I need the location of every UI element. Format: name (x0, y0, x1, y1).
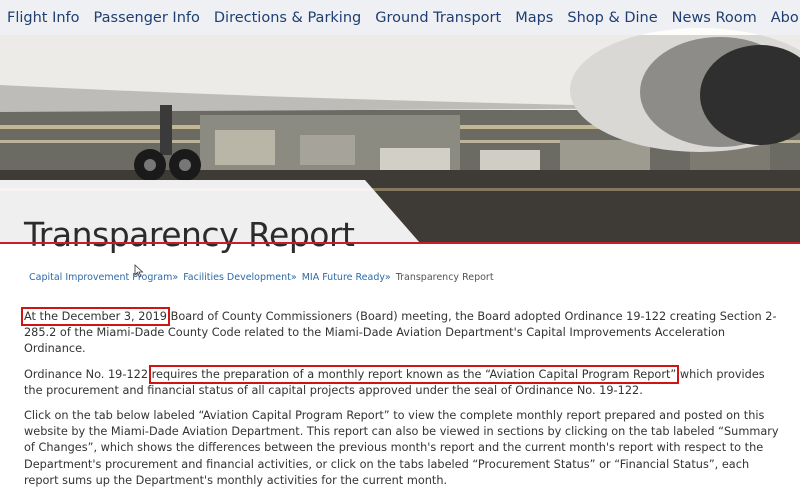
accent-divider (0, 242, 800, 244)
paragraph-report-instructions: Click on the tab below labeled “Aviation… (24, 409, 779, 487)
breadcrumb-separator: » (290, 272, 297, 283)
main-content: At the December 3, 2019 Board of County … (21, 307, 786, 498)
breadcrumb-separator: » (384, 272, 391, 283)
breadcrumb: Capital Improvement Program» Facilities … (29, 272, 494, 283)
nav-about-us[interactable]: About Us (764, 10, 800, 26)
highlighted-date: At the December 3, 2019 (21, 307, 170, 326)
nav-passenger-info[interactable]: Passenger Info (87, 10, 207, 26)
nav-shop-dine[interactable]: Shop & Dine (560, 10, 664, 26)
main-navigation: Flight Info Passenger Info Directions & … (0, 0, 800, 35)
breadcrumb-link-facilities-development[interactable]: Facilities Development (183, 272, 291, 283)
nav-directions-parking[interactable]: Directions & Parking (207, 10, 368, 26)
breadcrumb-separator: » (172, 272, 179, 283)
page-title: Transparency Report (24, 215, 355, 255)
paragraph-text: Ordinance No. 19-122 (24, 367, 152, 381)
breadcrumb-link-mia-future-ready[interactable]: MIA Future Ready (302, 272, 385, 283)
mouse-pointer-icon (134, 264, 144, 278)
breadcrumb-link-capital-improvement[interactable]: Capital Improvement Program (29, 272, 172, 283)
paragraph-ordinance-adoption: At the December 3, 2019 Board of County … (21, 307, 786, 358)
nav-maps[interactable]: Maps (508, 10, 560, 26)
paragraph-report-requirement: Ordinance No. 19-122 requires the prepar… (24, 364, 786, 399)
breadcrumb-current: Transparency Report (395, 272, 494, 283)
nav-ground-transport[interactable]: Ground Transport (368, 10, 508, 26)
nav-flight-info[interactable]: Flight Info (0, 10, 87, 26)
nav-news-room[interactable]: News Room (665, 10, 764, 26)
highlighted-requirement: requires the preparation of a monthly re… (148, 364, 680, 384)
